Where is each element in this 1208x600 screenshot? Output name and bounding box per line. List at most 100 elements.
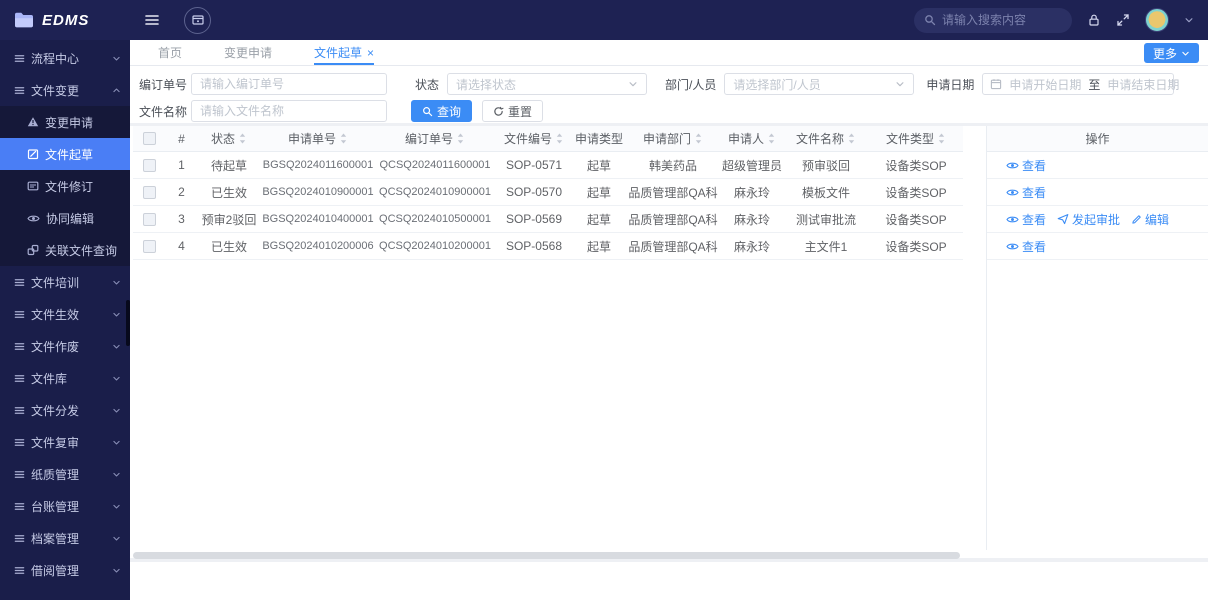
chev-down-icon	[112, 502, 121, 511]
op-eye-link[interactable]: 查看	[1006, 211, 1046, 228]
sidebar-item-4[interactable]: 文件修订	[0, 170, 130, 202]
col-header-doc_type[interactable]: 文件类型	[869, 126, 963, 151]
cell-doc_name: 预审驳回	[801, 158, 850, 173]
col-header-doc_name[interactable]: 文件名称	[783, 126, 869, 151]
tab-label: 文件起草	[314, 46, 363, 60]
tab-2[interactable]: 文件起草 ×	[314, 40, 375, 65]
bars-icon	[14, 469, 25, 480]
reset-button-label: 重置	[508, 104, 533, 119]
row-checkbox[interactable]	[143, 239, 156, 253]
query-button[interactable]: 查询	[411, 100, 473, 122]
sidebar-item-16[interactable]: 借阅管理	[0, 554, 130, 586]
col-header-applicant[interactable]: 申请人	[721, 126, 783, 151]
reset-button[interactable]: 重置	[482, 100, 544, 122]
sidebar-item-11[interactable]: 文件分发	[0, 394, 130, 426]
sidebar-item-10[interactable]: 文件库	[0, 362, 130, 394]
op-eye-link[interactable]: 查看	[1006, 238, 1046, 255]
sidebar-item-15[interactable]: 档案管理	[0, 522, 130, 554]
col-header-label: 申请类型	[574, 132, 623, 146]
sidebar-item-1[interactable]: 文件变更	[0, 74, 130, 106]
col-header-apply_no[interactable]: 申请单号	[261, 126, 375, 151]
sidebar-item-2[interactable]: 变更申请	[0, 106, 130, 138]
operation-column: 操作 查看 查看 查看 发起审批 编辑 查看	[986, 126, 1208, 550]
cell-revise_no: QCSQ2024010200001	[379, 240, 491, 252]
user-menu-chevron-icon[interactable]	[1184, 15, 1194, 25]
chev-down-icon	[112, 342, 121, 351]
col-header-status[interactable]: 状态	[197, 126, 261, 151]
sidebar-item-0[interactable]: 流程中心	[0, 42, 130, 74]
workbench-icon[interactable]	[184, 6, 211, 34]
chev-down-icon	[112, 374, 121, 383]
row-checkbox[interactable]	[143, 185, 156, 199]
sidebar-item-3[interactable]: 文件起草	[0, 138, 130, 170]
row-checkbox[interactable]	[143, 212, 156, 226]
sort-icon	[238, 132, 247, 145]
sort-icon	[937, 132, 946, 145]
cell-apply_type: 起草	[586, 185, 611, 200]
sidebar-item-6[interactable]: 关联文件查询	[0, 234, 130, 266]
cell-applicant: 麻永玲	[733, 239, 770, 254]
hamburger-menu-icon[interactable]	[144, 13, 160, 27]
sidebar-item-9[interactable]: 文件作废	[0, 330, 130, 362]
tab-1[interactable]: 变更申请	[224, 40, 272, 65]
row-checkbox[interactable]	[143, 158, 156, 172]
operation-cell: 查看	[987, 179, 1208, 206]
sidebar-scrollbar[interactable]	[126, 300, 130, 346]
date-range-picker[interactable]: 申请开始日期 至 申请结束日期	[982, 73, 1179, 95]
table-row: 1 待起草 BGSQ2024011600001 QCSQ2024011600001 SO…	[133, 152, 963, 179]
sidebar-item-14[interactable]: 台账管理	[0, 490, 130, 522]
chev-up-icon	[112, 86, 121, 95]
cell-apply_dept: 品质管理部QA科	[628, 239, 718, 254]
search-input[interactable]	[942, 13, 1052, 27]
dept-select[interactable]: 请选择部门/人员	[724, 73, 915, 95]
cell-apply_no: BGSQ2024011600001	[262, 159, 374, 171]
sidebar-item-8[interactable]: 文件生效	[0, 298, 130, 330]
sidebar-item-label: 借阅管理	[31, 563, 80, 578]
fullscreen-icon[interactable]	[1116, 13, 1130, 27]
op-send-link[interactable]: 发起审批	[1057, 211, 1120, 228]
status-select[interactable]: 请选择状态	[447, 73, 648, 95]
lock-icon[interactable]	[1087, 13, 1101, 27]
cell-doc_no: SOP-0568	[505, 239, 563, 253]
main-content: 首页 变更申请 文件起草 × 更多 编订单号 状态 请选择状态 部门/人员 请选择部门…	[130, 40, 1208, 600]
select-all-checkbox[interactable]	[143, 132, 156, 145]
table-row: 4 已生效 BGSQ2024010200006 QCSQ2024010200001 SO…	[133, 233, 963, 260]
date-start-placeholder: 申请开始日期	[1009, 77, 1082, 92]
more-button-label: 更多	[1152, 46, 1177, 61]
cell-revise_no: QCSQ2024010500001	[379, 213, 491, 225]
bars-icon	[14, 501, 25, 512]
tabbar: 首页 变更申请 文件起草 × 更多	[130, 40, 1208, 66]
more-button[interactable]: 更多	[1143, 43, 1199, 63]
revise-no-input[interactable]	[191, 73, 388, 95]
user-avatar[interactable]	[1145, 8, 1169, 32]
sidebar-item-12[interactable]: 文件复审	[0, 426, 130, 458]
cell-doc_name: 主文件1	[804, 239, 848, 254]
horizontal-scrollbar[interactable]	[133, 552, 960, 559]
global-search[interactable]	[914, 7, 1072, 33]
tab-close-icon[interactable]: ×	[367, 47, 374, 59]
col-header-doc_no[interactable]: 文件编号	[495, 126, 573, 151]
col-header-checkbox	[133, 126, 166, 151]
sidebar-item-label: 文件修订	[45, 179, 94, 194]
sidebar-item-7[interactable]: 文件培训	[0, 266, 130, 298]
revise-no-label: 编订单号	[139, 77, 188, 92]
tab-0[interactable]: 首页	[158, 40, 182, 65]
op-pencil-link[interactable]: 编辑	[1131, 211, 1169, 228]
sidebar-item-label: 文件生效	[31, 307, 80, 322]
sidebar-item-label: 文件培训	[31, 275, 80, 290]
sidebar-item-label: 台账管理	[31, 499, 80, 514]
operation-cell: 查看	[987, 152, 1208, 179]
link-icon	[27, 244, 39, 256]
op-eye-link[interactable]: 查看	[1006, 184, 1046, 201]
sidebar-item-13[interactable]: 纸质管理	[0, 458, 130, 490]
sidebar-item-5[interactable]: 协同编辑	[0, 202, 130, 234]
sidebar-item-label: 流程中心	[31, 51, 80, 66]
cell-seq: 3	[178, 212, 185, 226]
doc-name-input[interactable]	[191, 100, 388, 122]
cell-apply_no: BGSQ2024010900001	[262, 186, 374, 198]
sort-icon	[555, 132, 564, 145]
col-header-apply_dept[interactable]: 申请部门	[625, 126, 721, 151]
sidebar: 流程中心文件变更 变更申请 文件起草文件修订协同编辑 关联文件查询文件培训文件生效文件…	[0, 40, 130, 600]
op-eye-link[interactable]: 查看	[1006, 157, 1046, 174]
col-header-revise_no[interactable]: 编订单号	[375, 126, 495, 151]
